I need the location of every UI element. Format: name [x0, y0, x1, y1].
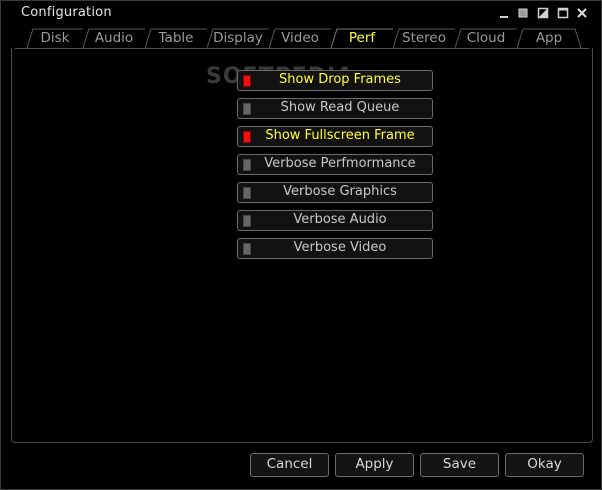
configuration-window: Configuration Disk Audio Table Display V…	[0, 0, 602, 490]
led-indicator	[243, 215, 251, 227]
tab-perf[interactable]: Perf	[331, 28, 393, 48]
save-button[interactable]: Save	[420, 453, 499, 477]
verbose-video-toggle[interactable]: Verbose Video	[237, 238, 433, 259]
verbose-audio-toggle[interactable]: Verbose Audio	[237, 210, 433, 231]
tab-stereo[interactable]: Stereo	[393, 28, 455, 48]
minimize-icon[interactable]	[498, 7, 510, 19]
tab-video[interactable]: Video	[269, 28, 331, 48]
verbose-graphics-toggle[interactable]: Verbose Graphics	[237, 182, 433, 203]
maximize-icon[interactable]	[537, 7, 549, 19]
show-fullscreen-frame-toggle[interactable]: Show Fullscreen Frame	[237, 126, 433, 147]
tab-app[interactable]: App	[517, 28, 581, 48]
maximize-icon[interactable]	[557, 7, 569, 19]
tab-table[interactable]: Table	[145, 28, 207, 48]
show-drop-frames-toggle[interactable]: Show Drop Frames	[237, 70, 433, 91]
window-title: Configuration	[21, 5, 112, 20]
okay-button[interactable]: Okay	[505, 453, 584, 477]
tab-audio[interactable]: Audio	[83, 28, 145, 48]
verbose-performance-toggle[interactable]: Verbose Perfmormance	[237, 154, 433, 175]
apply-button[interactable]: Apply	[335, 453, 414, 477]
restore-icon[interactable]	[517, 7, 529, 19]
led-indicator	[243, 159, 251, 171]
tab-cloud[interactable]: Cloud	[455, 28, 517, 48]
tab-disk[interactable]: Disk	[27, 28, 83, 48]
tab-display[interactable]: Display	[207, 28, 269, 48]
title-bar[interactable]: Configuration	[1, 1, 601, 25]
led-indicator	[243, 187, 251, 199]
led-indicator	[243, 103, 251, 115]
led-indicator	[243, 243, 251, 255]
led-indicator	[243, 131, 251, 143]
cancel-button[interactable]: Cancel	[250, 453, 329, 477]
tab-bar: Disk Audio Table Display Video Perf Ster…	[15, 28, 589, 49]
show-read-queue-toggle[interactable]: Show Read Queue	[237, 98, 433, 119]
led-indicator	[243, 75, 251, 87]
close-icon[interactable]	[576, 7, 588, 19]
